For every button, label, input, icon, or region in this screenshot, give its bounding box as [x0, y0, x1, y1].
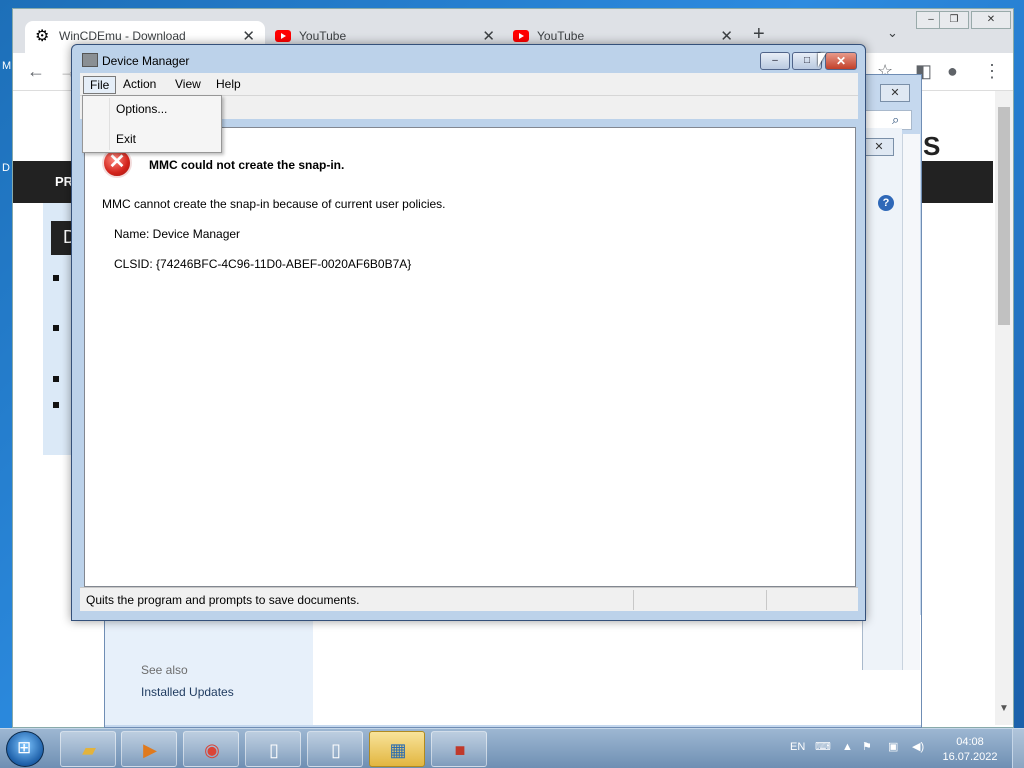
document-icon: ▯: [269, 740, 279, 760]
taskbar: ▰ ▶ ◉ ▯ ▯ ▦ ■ EN ⌨ ▲ ⚑ ▣ ◀) 04:08 16.07.…: [0, 728, 1024, 768]
folder-icon: ▰: [82, 740, 96, 760]
action-center-icon[interactable]: ⚑: [862, 740, 872, 753]
site-logo-fragment: S: [923, 131, 941, 161]
taskbar-chrome[interactable]: ◉: [183, 731, 239, 767]
file-dropdown-menu: Options... Exit: [82, 95, 222, 153]
status-divider: [766, 590, 767, 610]
start-button[interactable]: [6, 731, 44, 767]
network-icon[interactable]: ▣: [888, 740, 898, 753]
chrome-icon: ◉: [204, 740, 220, 760]
taskbar-explorer[interactable]: ▰: [60, 731, 116, 767]
control-panel-scrollbar[interactable]: [902, 134, 920, 670]
snap-in-clsid: CLSID: {74246BFC-4C96-11D0-ABEF-0020AF6B…: [114, 257, 412, 271]
list-bullet: [53, 402, 59, 408]
close-button[interactable]: ✕: [971, 11, 1011, 29]
taskbar-notepad[interactable]: ▯: [307, 731, 363, 767]
taskbar-notepad[interactable]: ▯: [245, 731, 301, 767]
status-divider: [633, 590, 634, 610]
gear-icon: ⚙: [35, 28, 50, 45]
back-button[interactable]: ←: [27, 61, 45, 82]
minimize-button[interactable]: –: [760, 52, 790, 70]
close-icon[interactable]: ✕: [242, 27, 255, 45]
menu-action[interactable]: Action: [117, 76, 162, 92]
desktop-icon-fragment: D: [2, 162, 10, 174]
menu-bar: File Action View Help: [80, 73, 858, 95]
menu-item-exit[interactable]: Exit: [116, 132, 136, 146]
close-icon[interactable]: ✕: [720, 27, 733, 45]
control-panel-icon: ▦: [389, 740, 407, 760]
youtube-icon: [513, 30, 529, 42]
see-also-heading: See also: [141, 663, 188, 677]
search-field[interactable]: [860, 110, 912, 130]
tab-search-button[interactable]: ⌄: [887, 25, 898, 41]
clock-date: 16.07.2022: [942, 751, 998, 763]
search-icon: ⌕: [892, 112, 900, 127]
snap-in-name: Name: Device Manager: [114, 227, 241, 241]
taskbar-device-manager[interactable]: ■: [431, 731, 487, 767]
clock-time: 04:08: [956, 736, 984, 748]
mouse-cursor-icon: [818, 53, 826, 67]
status-text: Quits the program and prompts to save do…: [86, 593, 360, 607]
tab-title: YouTube: [299, 29, 347, 43]
list-bullet: [53, 275, 59, 281]
list-bullet: [53, 376, 59, 382]
device-manager-icon: [82, 53, 98, 67]
document-icon: ▯: [331, 740, 341, 760]
page-scrollbar[interactable]: ▼: [995, 91, 1013, 725]
menu-item-options[interactable]: Options...: [116, 102, 167, 116]
keyboard-icon[interactable]: ⌨: [815, 740, 831, 753]
close-button[interactable]: ✕: [880, 84, 910, 102]
window-title: Device Manager: [102, 54, 190, 68]
tab-title: WinCDEmu - Download: [59, 29, 186, 43]
control-panel-left-pane: [105, 615, 313, 725]
close-button[interactable]: ✕: [864, 138, 894, 156]
list-bullet: [53, 325, 59, 331]
menu-file[interactable]: File: [83, 76, 117, 94]
taskbar-control-panel[interactable]: ▦: [369, 731, 425, 767]
youtube-icon: [275, 30, 291, 42]
status-bar: Quits the program and prompts to save do…: [80, 587, 858, 611]
scrollbar-thumb[interactable]: [998, 107, 1010, 325]
menu-help[interactable]: Help: [210, 76, 247, 92]
taskbar-media-player[interactable]: ▶: [121, 731, 177, 767]
media-player-icon: ▶: [143, 740, 157, 760]
menu-icon[interactable]: ⋮: [983, 61, 1001, 82]
menu-view[interactable]: View: [169, 76, 207, 92]
volume-icon[interactable]: ◀): [912, 740, 924, 753]
close-icon[interactable]: ✕: [482, 27, 495, 45]
error-message: MMC cannot create the snap-in because of…: [102, 197, 446, 211]
restore-button[interactable]: ❐: [939, 11, 969, 29]
error-heading: MMC could not create the snap-in.: [149, 158, 345, 172]
close-button[interactable]: ✕: [825, 52, 857, 70]
snap-in-pane: ✕ MMC could not create the snap-in. MMC …: [84, 127, 856, 587]
help-icon[interactable]: ?: [878, 195, 894, 211]
scroll-down-icon[interactable]: ▼: [999, 703, 1009, 714]
show-hidden-icons[interactable]: ▲: [842, 741, 853, 753]
installed-updates-link[interactable]: Installed Updates: [141, 685, 234, 699]
profile-icon[interactable]: ●: [947, 61, 958, 82]
desktop-icon-fragment: M: [2, 60, 12, 72]
menu-gutter: [109, 98, 110, 150]
show-desktop-button[interactable]: [1012, 729, 1024, 768]
new-tab-button[interactable]: +: [753, 23, 765, 46]
language-indicator[interactable]: EN: [790, 741, 805, 753]
clock[interactable]: 04:08 16.07.2022: [940, 735, 1000, 765]
toolbox-icon: ■: [454, 740, 466, 760]
tab-title: YouTube: [537, 29, 585, 43]
